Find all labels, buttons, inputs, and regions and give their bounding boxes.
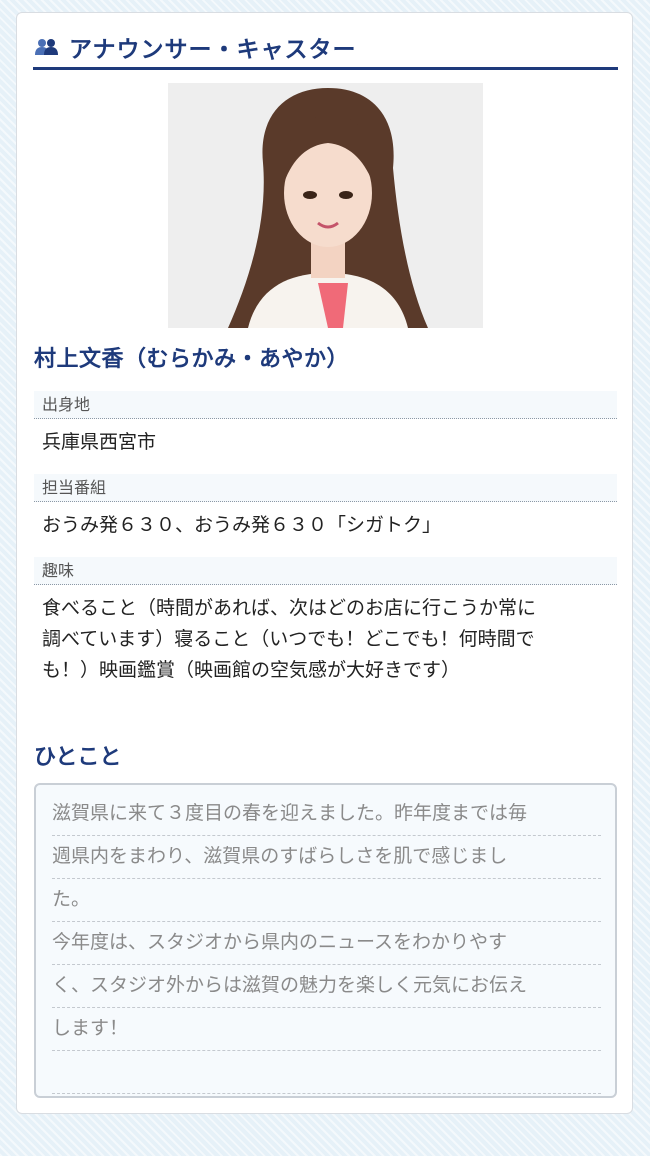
message-line: 滋賀県に来て３度目の春を迎えました。昨年度までは毎 [52, 793, 601, 836]
people-icon [35, 37, 59, 57]
profile-name: 村上文香（むらかみ・あやか） [34, 347, 350, 372]
field-value-hometown: 兵庫県西宮市 [42, 427, 617, 458]
message-line: く、スタジオ外からは滋賀の魅力を楽しく元気にお伝え [52, 965, 601, 1008]
field-value-line: 兵庫県西宮市 [42, 431, 157, 453]
section-title: アナウンサー・キャスター [69, 37, 357, 63]
hitokoto-title: ひとこと [34, 745, 122, 770]
message-line: 週県内をまわり、滋賀県のすばらしさを肌で感じまし [52, 836, 601, 879]
field-value-line: 調べています）寝ること（いつでも！どこでも！何時間で [42, 628, 535, 650]
section-header: アナウンサー・キャスター [33, 27, 618, 70]
field-value-line: 食べること（時間があれば、次はどのお店に行こうか常に [42, 597, 537, 619]
message-box: 滋賀県に来て３度目の春を迎えました。昨年度までは毎 週県内をまわり、滋賀県のすば… [34, 783, 617, 1098]
field-value-hobbies: 食べること（時間があれば、次はどのお店に行こうか常に 調べています）寝ること（い… [42, 593, 617, 686]
profile-photo [168, 83, 483, 328]
profile-card: アナウンサー・キャスター 村上文香（むらかみ・あやか） 出身地 兵庫県西宮市 担… [16, 12, 633, 1114]
message-line: 今年度は、スタジオから県内のニュースをわかりやす [52, 922, 601, 965]
field-value-line: も！）映画鑑賞（映画館の空気感が大好きです） [42, 659, 461, 681]
message-line [52, 1051, 601, 1094]
field-label-programs: 担当番組 [34, 474, 617, 502]
field-label-hobbies: 趣味 [34, 557, 617, 585]
message-line: た。 [52, 879, 601, 922]
field-label-hometown: 出身地 [34, 391, 617, 419]
field-value-line: おうみ発６３０、おうみ発６３０「シガトク」 [42, 514, 442, 536]
field-value-programs: おうみ発６３０、おうみ発６３０「シガトク」 [42, 510, 617, 541]
message-line: します！ [52, 1008, 601, 1051]
